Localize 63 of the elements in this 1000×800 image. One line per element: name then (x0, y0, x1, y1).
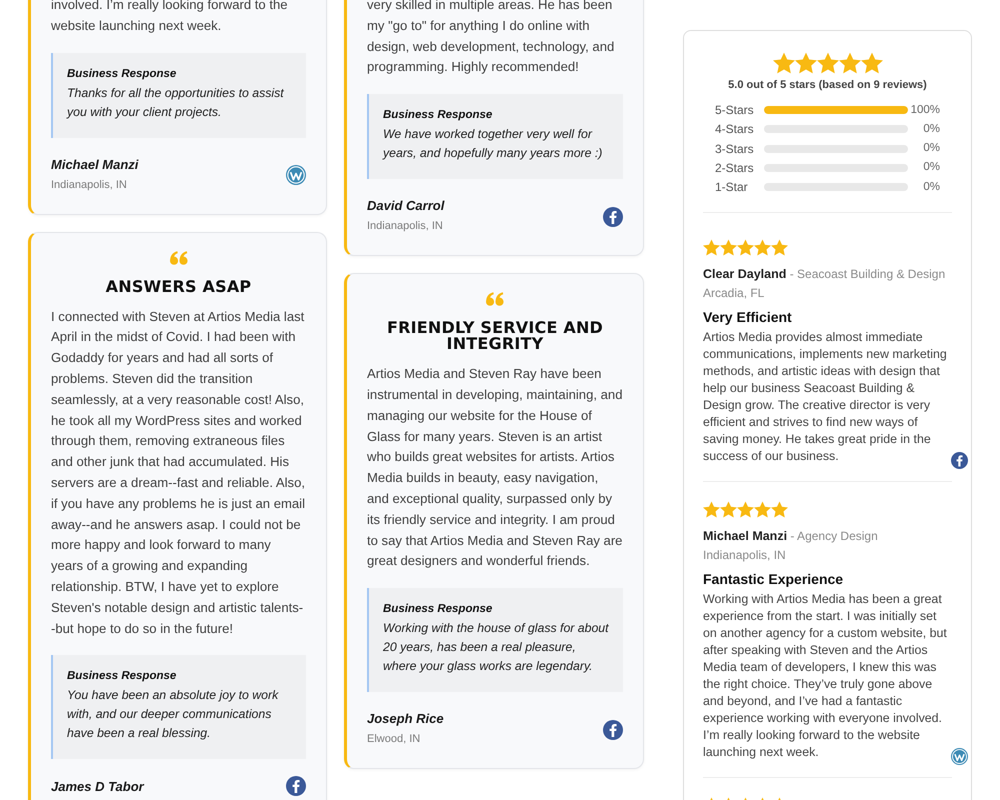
reviewer-name: James D Tabor (51, 778, 144, 796)
star-icon (838, 52, 860, 74)
rating-label: 4-Stars (715, 121, 755, 138)
star-icon (860, 52, 882, 74)
facebook-icon[interactable] (951, 452, 968, 470)
response-heading: Business Response (67, 66, 178, 82)
reviewer-company: - Agency Design (790, 529, 878, 544)
star-icon (754, 239, 771, 256)
reviewer-location: Indianapolis, IN (703, 547, 787, 564)
rating-percent: 0% (922, 160, 940, 176)
rating-percent: 0% (922, 122, 940, 137)
rating-percent: 100% (910, 102, 940, 118)
testimonial-text: Artios Media and Steven Ray have been instrumental in developing, maintaining, and managing our website for the House of Glass for many years. Steven is an artist who builds great websites for artists. Artios Media builds in beauty, easy navigation, and exceptional quality, surpassed only by its friendly service and integrity. I am proud to say that Artios Media and Steven Ray are great designers and wonderful friends. (367, 365, 623, 570)
reviewer-company: - Seacoast Building & Design (790, 267, 946, 282)
reviewer-name: Michael Manzi (51, 156, 138, 174)
wordpress-icon[interactable] (951, 748, 968, 766)
reviewer-location: Indianapolis, IN (367, 219, 444, 234)
testimonial-title: FRIENDLY SERVICE AND INTEGRITY (386, 320, 604, 352)
reviewer-name: David Carrol (367, 197, 444, 216)
star-icon (794, 52, 816, 74)
facebook-icon[interactable] (603, 206, 623, 227)
star-icon (816, 52, 838, 74)
rating-percent: 0% (922, 180, 940, 194)
star-icon (771, 239, 788, 256)
star-icon (737, 501, 754, 518)
testimonial-text: I connected with Steven at Artios Media last April in the midst of Covid. I had been with Godaddy for years and had all sorts of problems. Steven did the transition seamlessly, at a very reasonable cost! Also, he took all my WordPress sites and worked through them, removing extraneous files and other junk that had accumulated. His servers are a dream--fast and reliable. Also, if you have any problems he is just an email away--and he answers asap. I could not be more happy and look forward to many years of a growing and expanding relationship. BTW, I have yet to explore Steven's notable design and artistic talents--but hope to do so in the future! (51, 308, 306, 638)
reviewer-name: Michael Manzi (703, 529, 788, 544)
testimonial-title: ANSWERS ASAP (104, 278, 252, 295)
reviewer-location: Arcadia, FL (703, 285, 766, 302)
response-text: Thanks for all the opportunities to assist you with your client projects. (67, 84, 285, 121)
rating-label: 3-Stars (715, 140, 755, 158)
rating-summary-text: 5.0 out of 5 stars (based on 9 reviews) (727, 78, 928, 93)
star-icon (754, 501, 771, 518)
facebook-icon[interactable] (603, 720, 623, 740)
rating-label: 5-Stars (715, 102, 755, 120)
facebook-icon[interactable] (286, 776, 306, 796)
quote-icon (486, 292, 504, 306)
rating-label: 1-Star (715, 179, 749, 196)
reviewer-location: Indianapolis, IN (51, 178, 128, 193)
rating-percent: 0% (922, 141, 940, 156)
reviewer-name: Clear Dayland (703, 267, 786, 282)
star-icon (720, 239, 737, 256)
star-icon (737, 239, 754, 256)
star-icon (720, 501, 737, 518)
response-text: You have been an absolute joy to work with, and our deeper communications have been a real blessing. (67, 687, 280, 742)
response-heading: Business Response (383, 108, 494, 124)
reviewer-name: Joseph Rice (367, 710, 444, 728)
quote-icon (170, 250, 188, 265)
response-heading: Business Response (383, 602, 494, 618)
review-text: Artios Media provides almost immediate communications, implements new marketing methods, and artistic ideas with design that help our business Seacoast Building & Design grow. The creative director is very efficient and strives to find new ways of saving money. He takes great pride in the success of our business. (703, 329, 948, 466)
review-title: Fantastic Experience (703, 570, 844, 589)
reviewer-location: Elwood, IN (367, 732, 422, 748)
review-text: Working with Artios Media has been a great experience from the start. I was initially set on another agency for a custom website, but after speaking with Steven and the Artios Media team of developers, I knew this was the right choice. They’ve truly gone above and beyond, and I’ve had a fantastic experience working with everyone involved. I’m really looking forward to the website launching next week. (703, 591, 948, 762)
response-heading: Business Response (67, 669, 178, 684)
review-title: Very Efficient (703, 308, 793, 327)
star-icon (771, 501, 788, 518)
response-text: We have worked together very well for years, and hopefully many years more :) (383, 126, 604, 162)
star-icon (703, 501, 720, 518)
rating-label: 2-Stars (715, 160, 755, 177)
response-text: Working with the house of glass for about 20 years, has been a real pleasure, where your glass works are legendary. (383, 620, 609, 676)
star-icon (703, 239, 720, 256)
wordpress-icon[interactable] (286, 165, 306, 186)
star-icon (772, 52, 794, 74)
